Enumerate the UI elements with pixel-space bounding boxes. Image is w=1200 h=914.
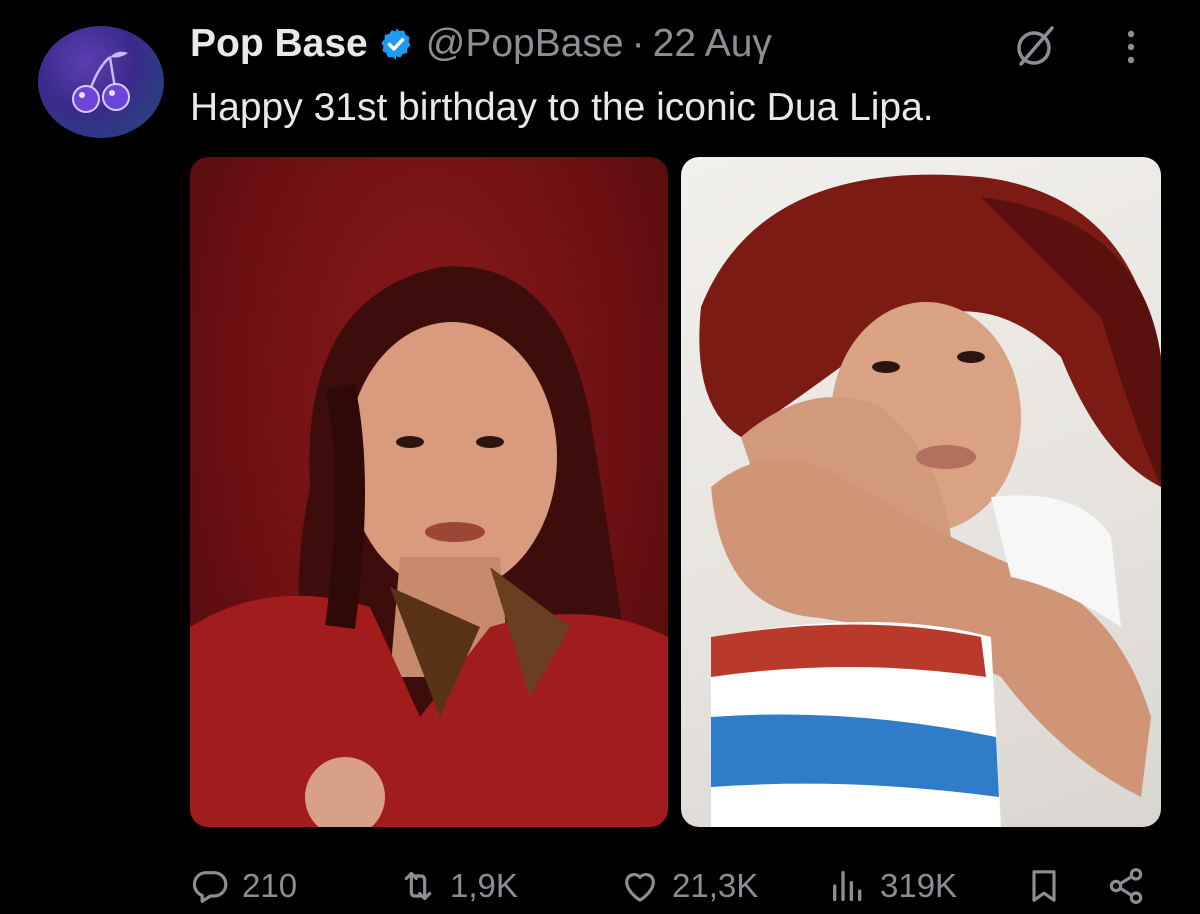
photo-portrait-red (190, 266, 668, 827)
tweet-date[interactable]: 22 Auγ (653, 16, 772, 72)
reply-button[interactable]: 210 (190, 858, 297, 914)
tweet-photo-1[interactable] (190, 157, 668, 827)
tweet-text: Happy 31st birthday to the iconic Dua Li… (190, 86, 934, 129)
views-count: 319K (880, 867, 958, 904)
header-separator: · (631, 22, 645, 65)
retweet-count: 1,9K (450, 867, 518, 904)
tweet[interactable]: Pop Base @PopBase · 22 Auγ Happy 31st bi… (0, 0, 1200, 914)
like-count: 21,3K (672, 867, 759, 904)
tweet-photo-2[interactable] (681, 157, 1161, 827)
heart-icon (625, 872, 655, 902)
photo-portrait-light (699, 174, 1161, 827)
reply-count: 210 (242, 867, 298, 904)
more-vertical-icon[interactable] (1116, 22, 1146, 72)
bookmark-button[interactable] (1024, 858, 1064, 914)
share-icon (1109, 868, 1143, 904)
action-bar: 210 1,9K 21,3K 319K (0, 858, 1200, 914)
tweet-header: Pop Base @PopBase · 22 Auγ (190, 16, 772, 72)
views-button[interactable]: 319K (828, 858, 957, 914)
reply-icon (192, 871, 228, 903)
bookmark-icon (1032, 870, 1056, 902)
grok-icon[interactable] (1010, 22, 1060, 72)
author-avatar[interactable] (38, 26, 164, 138)
verified-badge-icon[interactable] (378, 26, 414, 62)
retweet-button[interactable]: 1,9K (398, 858, 518, 914)
cherry-icon (72, 51, 130, 113)
author-handle[interactable]: @PopBase (426, 16, 624, 72)
views-icon (833, 871, 862, 901)
like-button[interactable]: 21,3K (620, 858, 758, 914)
retweet-icon (404, 871, 432, 901)
author-name[interactable]: Pop Base (190, 16, 368, 72)
share-button[interactable] (1106, 858, 1146, 914)
